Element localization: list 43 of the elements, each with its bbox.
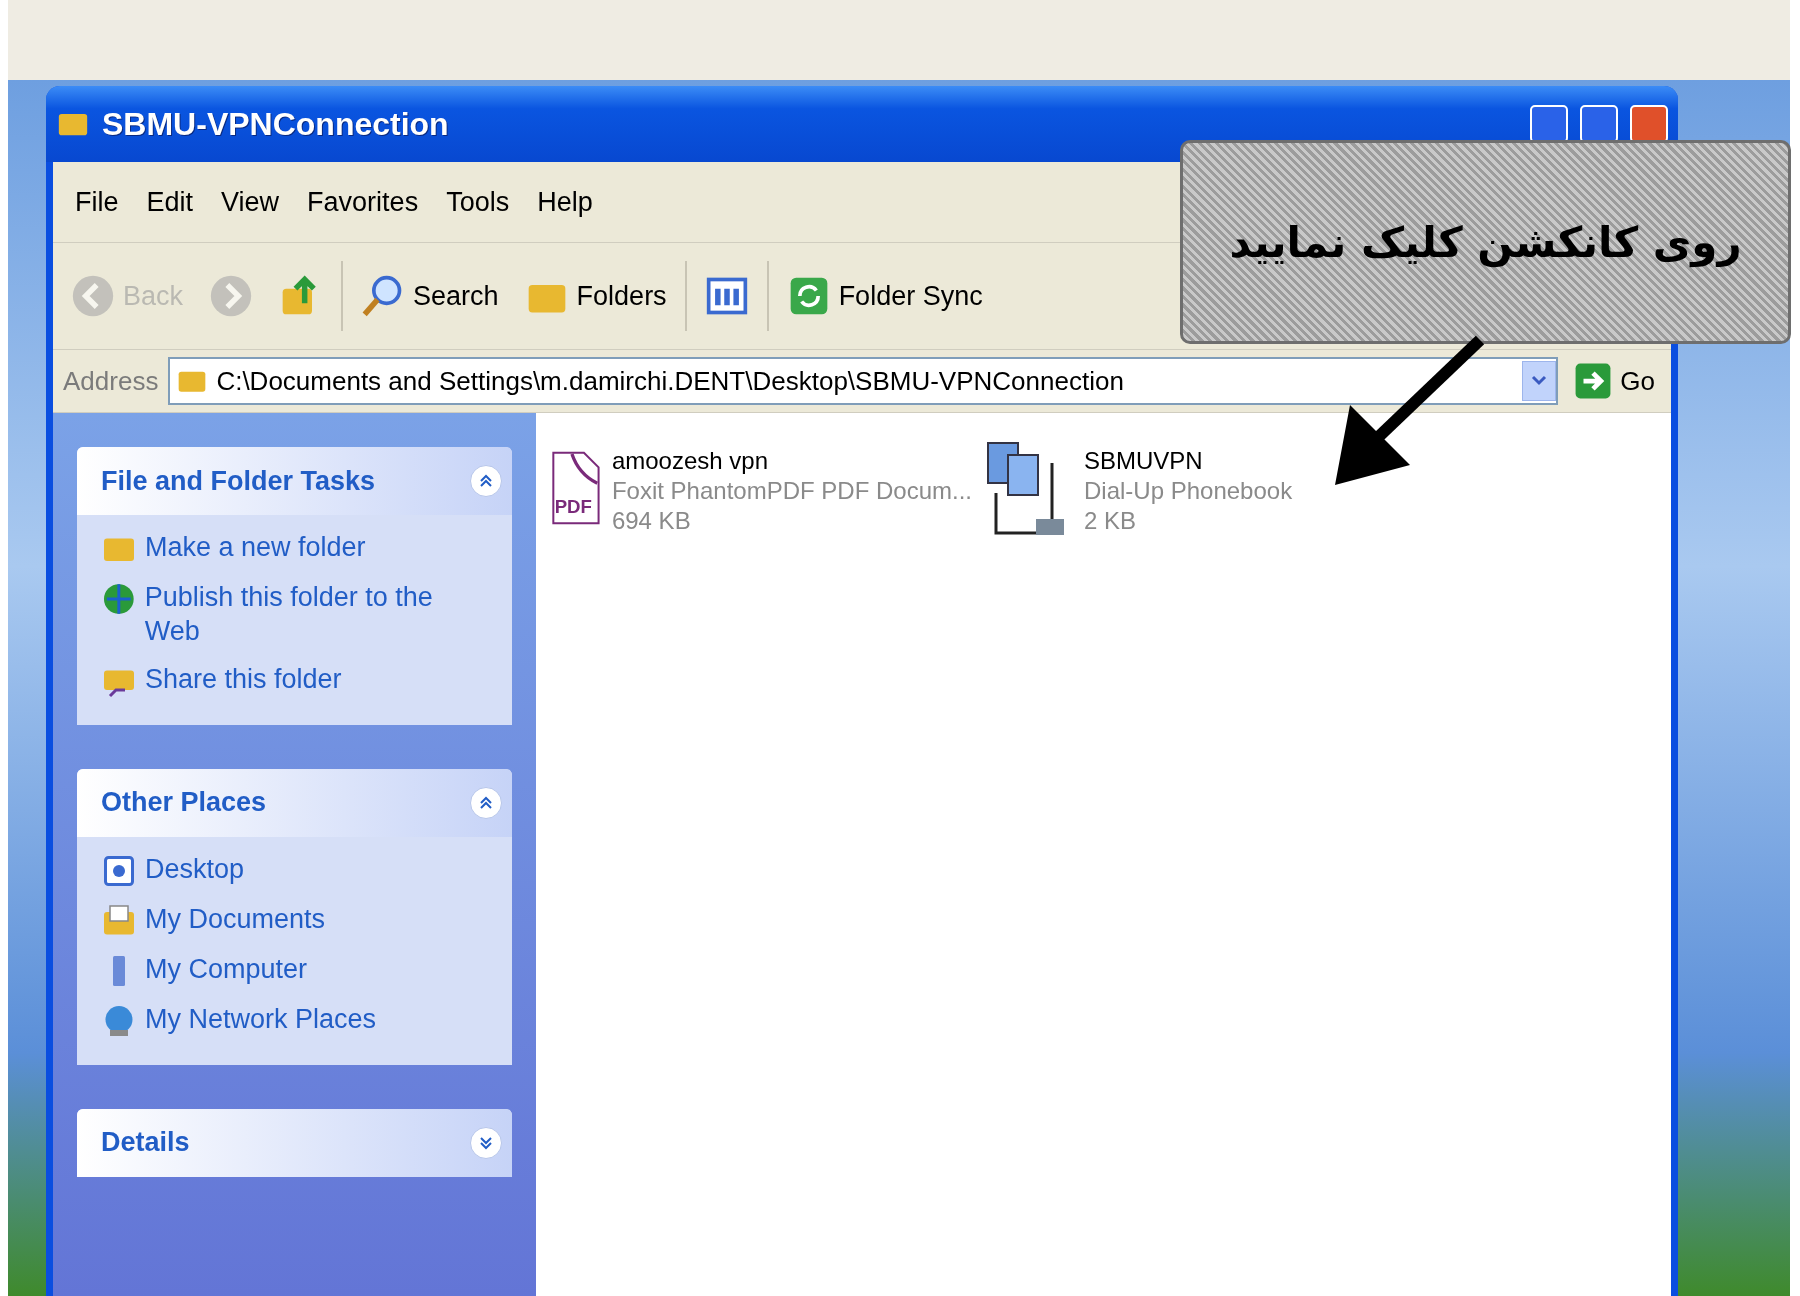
- menu-item[interactable]: View: [209, 182, 292, 222]
- dropdown-button[interactable]: [1522, 361, 1557, 401]
- task-link[interactable]: Desktop: [101, 852, 492, 889]
- menu-item[interactable]: Favorites: [295, 182, 431, 222]
- expand-button[interactable]: [470, 1126, 502, 1159]
- collapse-button[interactable]: [470, 786, 502, 819]
- address-text: C:\Documents and Settings\m.damirchi.DENT\Desktop\SBMU-VPNConnection: [216, 365, 1125, 397]
- chevron-down-icon: [1531, 375, 1548, 387]
- file-type: Foxit PhantomPDF PDF Docum...: [611, 477, 972, 505]
- maximize-button[interactable]: [1580, 105, 1618, 143]
- sync-button[interactable]: Folder Sync: [778, 270, 991, 322]
- task-link[interactable]: My Network Places: [101, 1002, 492, 1039]
- file-entry[interactable]: SBMUVPN Dial-Up Phonebook 2 KB: [982, 433, 1402, 543]
- task-link[interactable]: Publish this folder to the Web: [101, 581, 492, 649]
- task-link[interactable]: My Documents: [101, 902, 492, 939]
- panel-title: Other Places: [101, 787, 267, 818]
- file-size: 2 KB: [1084, 507, 1138, 535]
- folders-button[interactable]: Folders: [516, 270, 675, 322]
- task-link[interactable]: Share this folder: [101, 662, 492, 699]
- window-title: SBMU-VPNConnection: [102, 105, 450, 143]
- callout-text: روی کانکشن کلیک نمایید: [1229, 217, 1742, 267]
- collapse-button[interactable]: [470, 465, 502, 497]
- panel-title: Details: [101, 1127, 190, 1158]
- menu-item[interactable]: Tools: [434, 182, 522, 222]
- task-link[interactable]: Make a new folder: [101, 531, 492, 567]
- file-name: SBMUVPN: [1084, 447, 1204, 475]
- menu-item[interactable]: Edit: [134, 182, 206, 222]
- file-entry[interactable]: PDF amoozesh vpn Foxit PhantomPDF PDF Docum... 694 KB: [552, 433, 972, 543]
- address-field[interactable]: C:\Documents and Settings\m.damirchi.DENT\Desktop\SBMU-VPNConnection: [168, 357, 1559, 405]
- pdf-label: PDF: [554, 495, 592, 517]
- menu-item[interactable]: File: [63, 182, 131, 222]
- file-type: Dial-Up Phonebook: [1084, 477, 1293, 505]
- panel-title: File and Folder Tasks: [101, 465, 376, 497]
- go-button[interactable]: Go: [1568, 361, 1661, 401]
- file-size: 694 KB: [611, 507, 692, 535]
- close-button[interactable]: [1630, 105, 1668, 143]
- globe-icon: [101, 581, 137, 617]
- minimize-button[interactable]: [1530, 105, 1568, 143]
- search-button[interactable]: Search: [353, 270, 507, 322]
- file-name: amoozesh vpn: [611, 447, 769, 475]
- address-label: Address: [63, 365, 159, 397]
- menu-item[interactable]: Help: [525, 182, 605, 222]
- task-link[interactable]: My Computer: [101, 952, 492, 989]
